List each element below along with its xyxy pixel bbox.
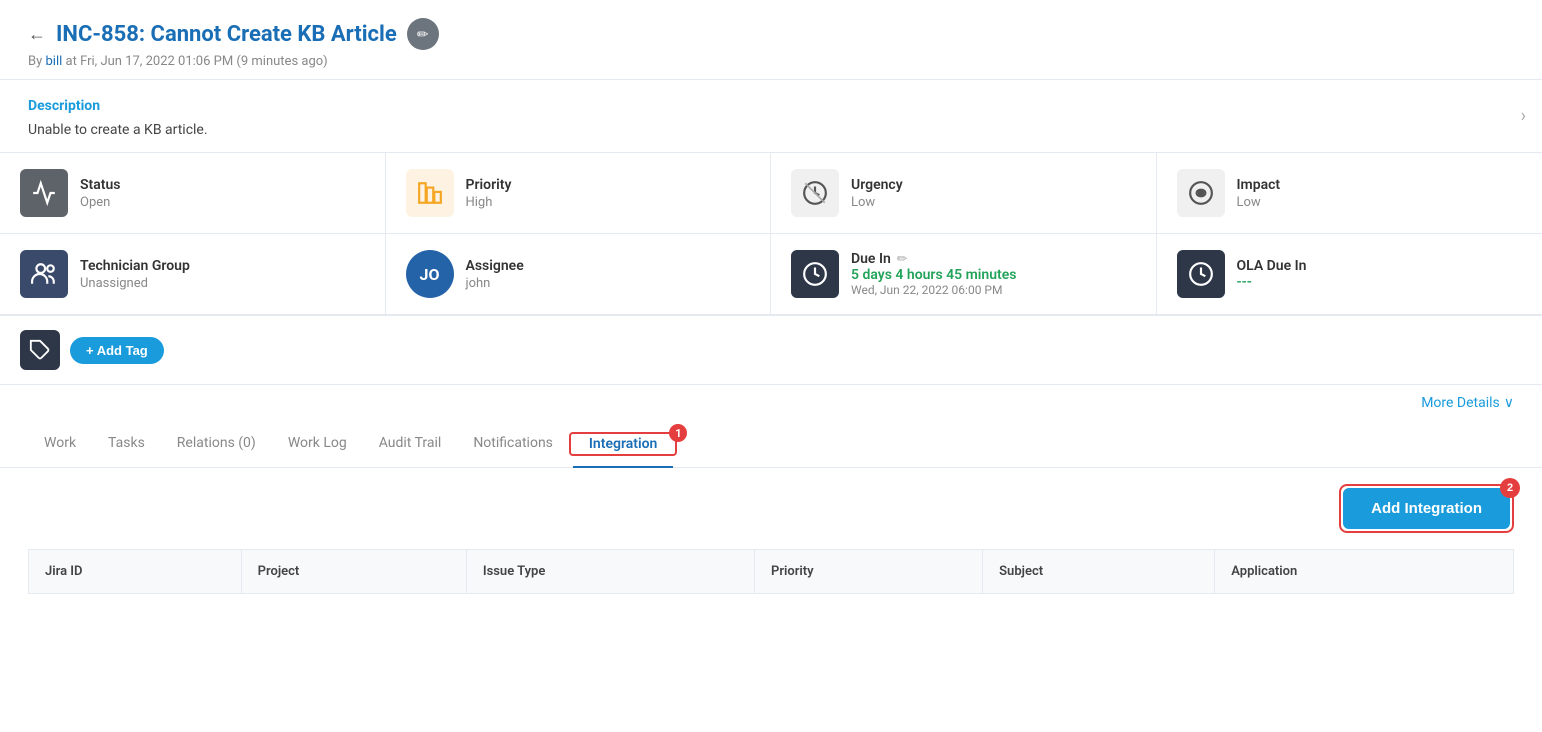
due-in-date: Wed, Jun 22, 2022 06:00 PM bbox=[851, 283, 1017, 297]
header-meta: By bill at Fri, Jun 17, 2022 01:06 PM (9… bbox=[28, 54, 1514, 69]
tab-work[interactable]: Work bbox=[28, 421, 92, 467]
back-button[interactable]: ← bbox=[28, 24, 46, 45]
chevron-down-icon: ∨ bbox=[1504, 395, 1514, 411]
assignee-cell[interactable]: JO Assignee john bbox=[386, 234, 772, 315]
col-application: Application bbox=[1215, 550, 1514, 594]
table-container: Jira ID Project Issue Type Priority Subj… bbox=[0, 549, 1542, 614]
table-header-row: Jira ID Project Issue Type Priority Subj… bbox=[29, 550, 1514, 594]
add-integration-annotation: Add Integration 2 bbox=[1339, 484, 1514, 533]
tab-relations[interactable]: Relations (0) bbox=[161, 421, 272, 467]
due-in-icon bbox=[791, 250, 839, 298]
priority-value: High bbox=[466, 195, 512, 210]
due-in-highlight: 5 days 4 hours 45 minutes bbox=[851, 267, 1017, 283]
description-section: Description Unable to create a KB articl… bbox=[0, 80, 1542, 153]
assignee-label: Assignee bbox=[466, 258, 524, 274]
tab-audittrail[interactable]: Audit Trail bbox=[363, 421, 458, 467]
tab-worklog[interactable]: Work Log bbox=[272, 421, 363, 467]
tech-group-value: Unassigned bbox=[80, 276, 190, 291]
tab-tasks[interactable]: Tasks bbox=[92, 421, 161, 467]
col-priority: Priority bbox=[755, 550, 983, 594]
author-link[interactable]: bill bbox=[46, 54, 63, 69]
col-jira-id: Jira ID bbox=[29, 550, 242, 594]
integration-tab-annotation: Integration bbox=[569, 432, 677, 456]
assignee-avatar: JO bbox=[406, 250, 454, 298]
priority-icon bbox=[406, 169, 454, 217]
due-in-edit-icon[interactable]: ✏ bbox=[897, 252, 908, 267]
tab-notifications[interactable]: Notifications bbox=[457, 421, 569, 467]
due-in-label: Due In bbox=[851, 251, 891, 267]
col-project: Project bbox=[241, 550, 466, 594]
status-cell[interactable]: Status Open bbox=[0, 153, 386, 234]
more-details-row: More Details ∨ bbox=[0, 385, 1542, 421]
integration-table: Jira ID Project Issue Type Priority Subj… bbox=[28, 549, 1514, 594]
description-label: Description bbox=[28, 98, 1514, 114]
tabs-container: Work Tasks Relations (0) Work Log Audit … bbox=[0, 421, 1542, 468]
urgency-cell[interactable]: Urgency Low bbox=[771, 153, 1157, 234]
properties-grid: Status Open Priority High Urgency Low bbox=[0, 153, 1542, 316]
tech-group-cell[interactable]: Technician Group Unassigned bbox=[0, 234, 386, 315]
page-title: INC-858: Cannot Create KB Article bbox=[56, 22, 397, 47]
col-issue-type: Issue Type bbox=[466, 550, 754, 594]
status-value: Open bbox=[80, 195, 120, 210]
impact-cell[interactable]: Impact Low bbox=[1157, 153, 1542, 234]
impact-value: Low bbox=[1237, 195, 1281, 210]
status-icon bbox=[20, 169, 68, 217]
impact-label: Impact bbox=[1237, 177, 1281, 193]
urgency-value: Low bbox=[851, 195, 903, 210]
page-container: ← INC-858: Cannot Create KB Article ✏ By… bbox=[0, 0, 1542, 732]
tag-icon bbox=[20, 330, 60, 370]
urgency-icon bbox=[791, 169, 839, 217]
col-subject: Subject bbox=[983, 550, 1215, 594]
due-in-cell[interactable]: Due In ✏ 5 days 4 hours 45 minutes Wed, … bbox=[771, 234, 1157, 315]
expand-arrow[interactable]: › bbox=[1521, 106, 1526, 127]
ola-cell[interactable]: OLA Due In --- bbox=[1157, 234, 1542, 315]
tags-row: + Add Tag bbox=[0, 316, 1542, 385]
action-bar: Add Integration 2 bbox=[0, 468, 1542, 549]
tab-integration[interactable]: Integration bbox=[573, 422, 673, 468]
impact-icon bbox=[1177, 169, 1225, 217]
ola-label: OLA Due In bbox=[1237, 258, 1307, 274]
tech-group-label: Technician Group bbox=[80, 258, 190, 274]
edit-icon: ✏ bbox=[417, 26, 429, 43]
assignee-value: john bbox=[466, 276, 524, 291]
add-integration-badge: 2 bbox=[1500, 478, 1520, 498]
more-details-link[interactable]: More Details ∨ bbox=[1421, 395, 1514, 411]
add-tag-button[interactable]: + Add Tag bbox=[70, 337, 164, 364]
add-integration-button[interactable]: Add Integration 2 bbox=[1343, 488, 1510, 529]
priority-cell[interactable]: Priority High bbox=[386, 153, 772, 234]
tech-group-icon bbox=[20, 250, 68, 298]
edit-title-button[interactable]: ✏ bbox=[407, 18, 439, 50]
integration-tab-badge: 1 bbox=[669, 424, 687, 442]
description-text: Unable to create a KB article. bbox=[28, 122, 1514, 138]
status-label: Status bbox=[80, 177, 120, 193]
header: ← INC-858: Cannot Create KB Article ✏ By… bbox=[0, 0, 1542, 80]
ola-icon bbox=[1177, 250, 1225, 298]
urgency-label: Urgency bbox=[851, 177, 903, 193]
priority-label: Priority bbox=[466, 177, 512, 193]
ola-value: --- bbox=[1237, 274, 1307, 290]
